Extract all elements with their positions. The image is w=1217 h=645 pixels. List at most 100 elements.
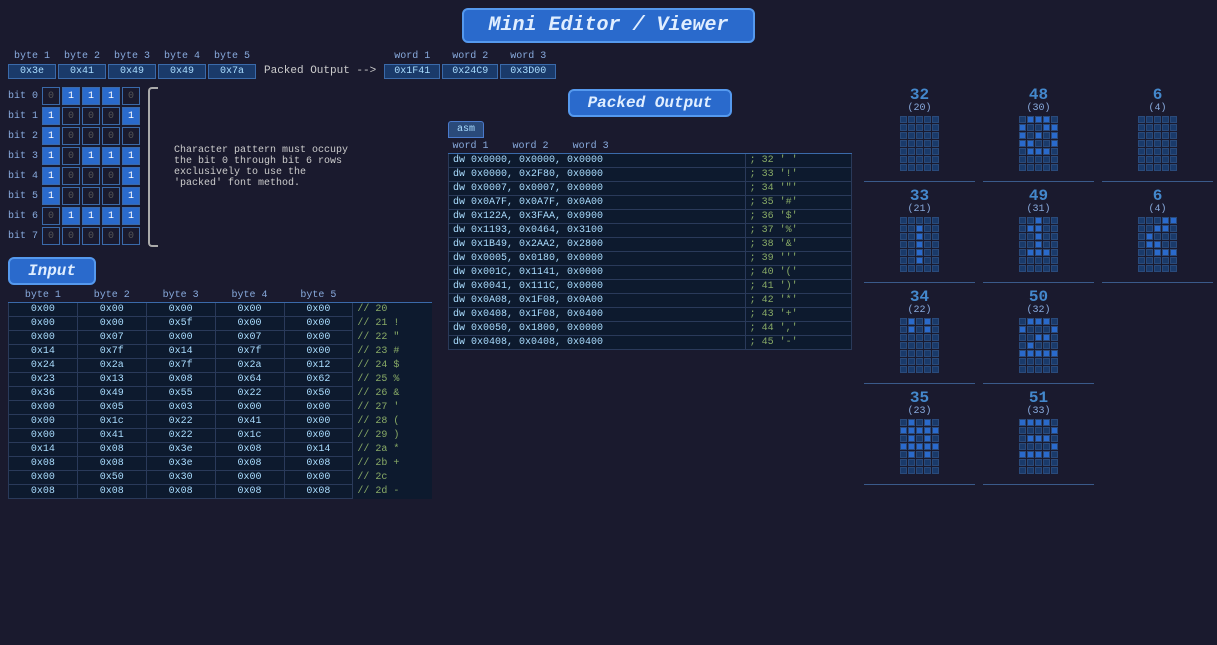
char-pixel [1154,265,1161,272]
output-comment: ; 35 '#' [745,196,851,210]
char-pixel [1043,366,1050,373]
char-pixel [1019,241,1026,248]
table-cell: 0x00 [9,331,78,345]
char-pixel [1051,443,1058,450]
char-pixel [932,326,939,333]
char-pixel [924,164,931,171]
char-pixel [924,241,931,248]
bit-cell: 1 [42,187,60,205]
bit-row-label: bit 3 [8,151,38,162]
char-pixel [900,334,907,341]
char-pixel [900,443,907,450]
char-pixel [924,156,931,163]
char-pixel [908,451,915,458]
char-pixel [1019,350,1026,357]
char-pixel [932,156,939,163]
char-pixel [900,435,907,442]
table-cell: 0x00 [146,303,215,317]
char-pixel [916,334,923,341]
table-cell: 0x3e [146,443,215,457]
comment-cell: // 22 " [353,331,432,345]
char-pixel [924,249,931,256]
output-comment: ; 41 ')' [745,280,851,294]
table-cell: 0x00 [284,345,353,359]
separator [864,181,975,182]
bit-cell: 1 [82,147,100,165]
output-cell: dw 0x1B49, 0x2AA2, 0x2800 [449,238,746,252]
char-pixel [916,265,923,272]
char-pixel [900,419,907,426]
char-pixel [1146,132,1153,139]
char-sub: (4) [1148,204,1166,215]
table-cell: 0x00 [9,415,78,429]
separator [864,484,975,485]
char-pixel [1043,419,1050,426]
table-cell: 0x7f [215,345,284,359]
char-pixel [1019,140,1026,147]
left-panel: bit 001110bit 110001bit 210000bit 310111… [0,83,440,645]
output-cell: dw 0x0050, 0x1800, 0x0000 [449,322,746,336]
char-pixel [932,435,939,442]
bit-row: bit 001110 [8,87,140,105]
bit-cell: 0 [42,87,60,105]
bit-row: bit 410001 [8,167,140,185]
table-cell: 0x07 [77,331,146,345]
table-cell: 0x00 [284,317,353,331]
char-pixel [1035,350,1042,357]
char-pixel [1170,233,1177,240]
char-pixel [916,156,923,163]
char-pixel [1162,124,1169,131]
char-preview: 49(31) [983,188,1094,272]
char-pixel [1051,334,1058,341]
char-number: 34 [910,289,929,305]
bit-cell: 1 [42,107,60,125]
input-table-section: byte 1 byte 2 byte 3 byte 4 byte 5 0x000… [0,289,440,499]
table-cell: 0x13 [77,373,146,387]
table-cell: 0x00 [284,429,353,443]
output-comment: ; 43 '+' [745,308,851,322]
input-col-byte4: byte 4 [215,289,284,303]
output-table-section: word 1 word 2 word 3 dw 0x0000, 0x0000, … [440,140,860,350]
top-bytes-section: byte 1 byte 2 byte 3 byte 4 byte 5 0x3e … [0,47,1217,83]
char-pixel [924,334,931,341]
char-pixel [932,366,939,373]
preview-column-2: 48(30)49(31)50(32)51(33) [983,87,1094,641]
char-pixel [900,148,907,155]
table-cell: 0x1c [215,429,284,443]
table-row: 0x080x080x080x080x08// 2d - [9,485,433,499]
preview-column-3: 6(4)6(4) [1102,87,1213,641]
bit-cells: 01111 [42,207,140,225]
char-pixel [1027,225,1034,232]
char-pixel [1043,148,1050,155]
comment-cell: // 29 ) [353,429,432,443]
char-pixel [1027,350,1034,357]
char-pixel [1035,156,1042,163]
char-pixel [1027,164,1034,171]
char-pixel [932,257,939,264]
char-pixel [900,132,907,139]
table-cell: 0x14 [9,345,78,359]
char-pixel [908,419,915,426]
separator [1102,282,1213,283]
table-row: 0x240x2a0x7f0x2a0x12// 24 $ [9,359,433,373]
table-cell: 0x55 [146,387,215,401]
char-pixel [1035,459,1042,466]
table-cell: 0x3e [146,457,215,471]
asm-tab[interactable]: asm [448,121,484,138]
table-cell: 0x03 [146,401,215,415]
annotation-brace [148,87,158,247]
char-pixel [1035,366,1042,373]
table-row: dw 0x0408, 0x0408, 0x0400; 45 '-' [449,336,852,350]
char-pixel [1051,233,1058,240]
char-number: 50 [1029,289,1048,305]
char-pixel [932,459,939,466]
comment-cell: // 2a * [353,443,432,457]
char-pixel [1027,257,1034,264]
char-pixel [924,342,931,349]
char-pixel [1043,132,1050,139]
table-cell: 0x23 [9,373,78,387]
char-pixel [1043,233,1050,240]
char-pixel [932,249,939,256]
char-pixel [1170,257,1177,264]
char-pixel [1035,249,1042,256]
